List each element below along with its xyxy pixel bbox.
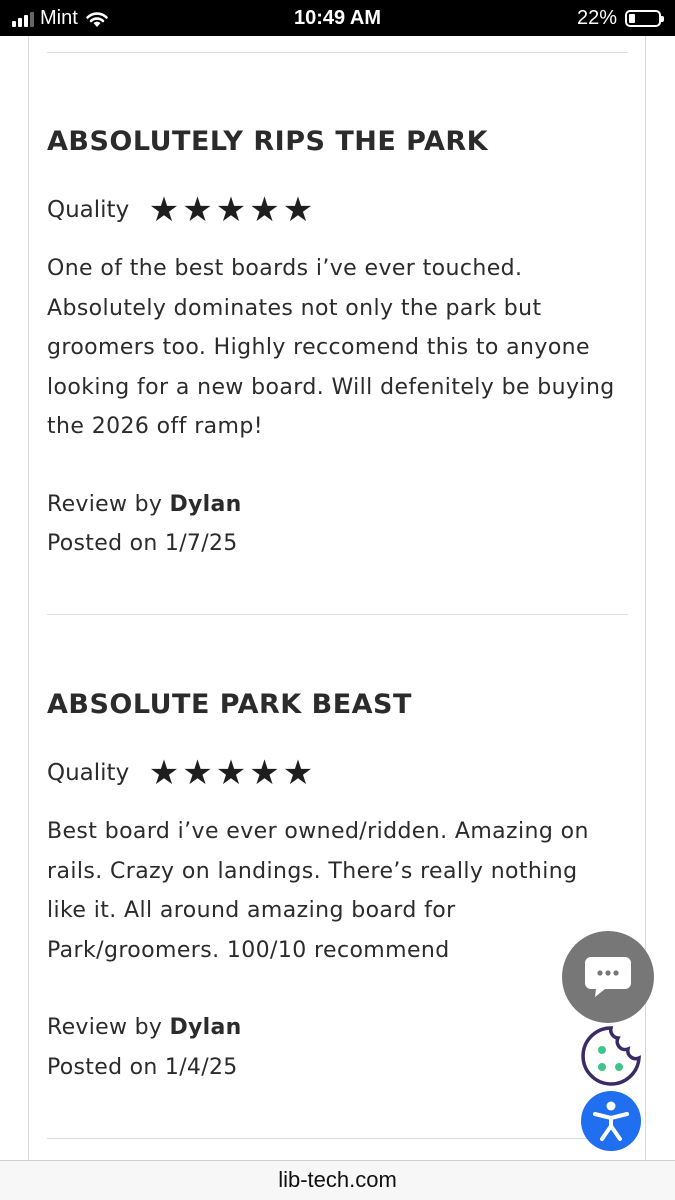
clock-time: 10:49 AM xyxy=(293,7,382,29)
star-icon: ★ xyxy=(182,753,213,793)
review-author-line: Review by Dylan xyxy=(47,1008,628,1048)
status-right: 22% xyxy=(576,7,664,30)
review-date: Posted on 1/4/25 xyxy=(47,1054,238,1080)
review-author-line: Review by Dylan xyxy=(47,485,628,525)
star-icon: ★ xyxy=(249,190,280,230)
review-meta: Review by Dylan Posted on 1/4/25 xyxy=(47,1008,628,1087)
chat-button[interactable] xyxy=(562,931,654,1023)
chat-bubble-icon xyxy=(585,957,631,997)
rating-row: Quality ★ ★ ★ ★ ★ xyxy=(47,193,628,227)
rating-label: Quality xyxy=(47,760,130,786)
star-icon: ★ xyxy=(148,753,180,793)
star-icon: ★ xyxy=(282,753,314,793)
review-title: ABSOLUTE PARK BEAST xyxy=(47,689,412,720)
review-body: Best board i’ve ever owned/ridden. Amazi… xyxy=(47,819,589,963)
divider xyxy=(47,614,628,615)
star-icon: ★ xyxy=(282,190,314,230)
star-icon: ★ xyxy=(182,190,213,230)
battery-percent: 22% xyxy=(576,7,617,29)
status-bar: Mint 10:49 AM 22% xyxy=(0,0,675,36)
review-item: ABSOLUTELY RIPS THE PARK Quality ★ ★ ★ ★… xyxy=(47,126,628,564)
review-title: ABSOLUTELY RIPS THE PARK xyxy=(47,126,489,157)
review-item: ABSOLUTE PARK BEAST Quality ★ ★ ★ ★ ★ Be… xyxy=(47,689,628,1087)
review-author: Dylan xyxy=(169,1015,242,1040)
divider xyxy=(47,52,628,53)
rating-label: Quality xyxy=(47,197,130,223)
review-author: Dylan xyxy=(169,491,242,517)
cookie-icon xyxy=(581,1026,641,1086)
star-rating: ★ ★ ★ ★ ★ xyxy=(147,193,315,227)
star-icon: ★ xyxy=(215,190,247,230)
review-by-label: Review by xyxy=(47,1015,170,1040)
review-body: One of the best boards i’ve ever touched… xyxy=(47,256,615,439)
star-icon: ★ xyxy=(249,753,280,793)
divider xyxy=(47,1138,628,1139)
review-by-label: Review by xyxy=(47,491,170,517)
accessibility-icon xyxy=(593,1101,629,1141)
accessibility-button[interactable] xyxy=(581,1091,641,1151)
browser-url-bar[interactable]: lib-tech.com xyxy=(0,1160,675,1200)
rating-row: Quality ★ ★ ★ ★ ★ xyxy=(47,756,628,790)
review-meta: Review by Dylan Posted on 1/7/25 xyxy=(47,485,628,564)
star-rating: ★ ★ ★ ★ ★ xyxy=(147,756,315,790)
star-icon: ★ xyxy=(215,753,247,793)
star-icon: ★ xyxy=(148,190,180,230)
url-text: lib-tech.com xyxy=(278,1167,397,1192)
cookie-settings-button[interactable] xyxy=(580,1025,642,1087)
review-date: Posted on 1/7/25 xyxy=(47,531,238,556)
battery-icon xyxy=(625,10,664,27)
